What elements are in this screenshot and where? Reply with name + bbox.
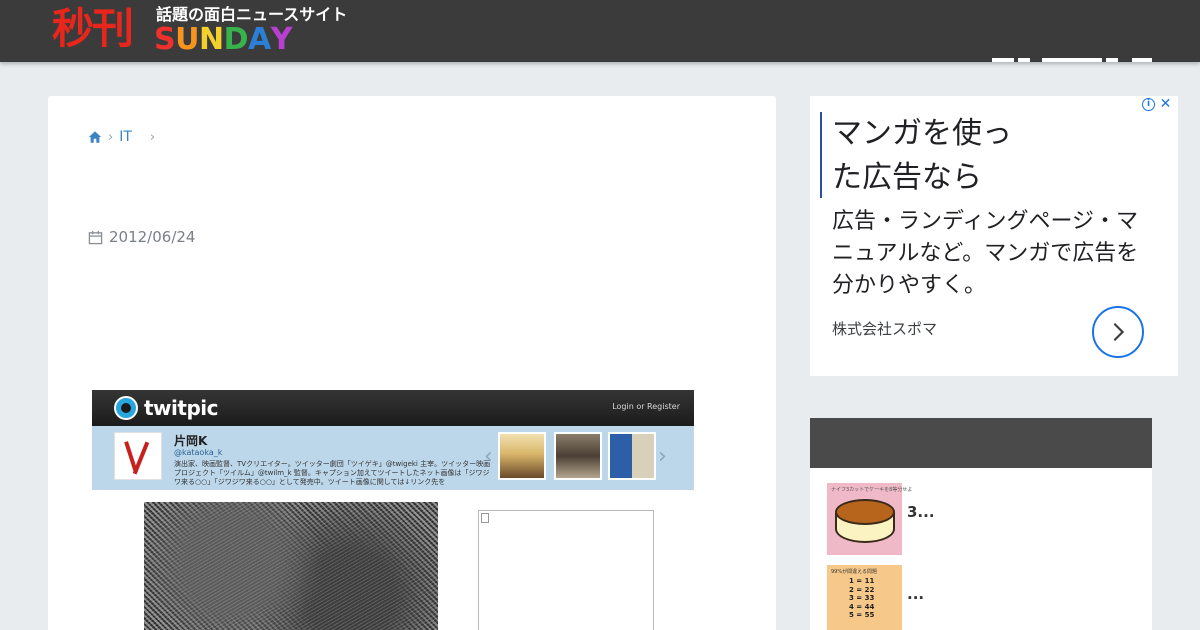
ad-choices[interactable]: i ✕ xyxy=(1142,97,1172,111)
profile-thumbnail xyxy=(608,432,656,480)
post-date-text: 2012/06/24 xyxy=(109,228,196,246)
profile-thumbnail xyxy=(498,432,546,480)
home-icon[interactable] xyxy=(88,130,102,144)
ad-headline[interactable]: マンガを使った広告なら xyxy=(820,112,1030,198)
chevron-right-icon: › xyxy=(658,444,667,469)
profile-name: 片岡K xyxy=(174,434,208,448)
nav-tab[interactable] xyxy=(1106,58,1118,62)
logo-letter: N xyxy=(198,22,224,57)
nav-tab[interactable] xyxy=(992,58,1014,62)
chevron-right-icon: › xyxy=(149,129,156,145)
widget-header xyxy=(810,418,1152,468)
ad-open-button[interactable] xyxy=(1092,306,1144,358)
profile-thumbnail xyxy=(554,432,602,480)
twitpic-screenshot: twitpic Login or Register 片岡K @kataoka_k… xyxy=(92,390,694,630)
breadcrumb: › IT › xyxy=(88,128,161,146)
equation-line: 5 = 55 xyxy=(849,611,875,619)
profile-avatar xyxy=(114,432,162,480)
nav-tab[interactable] xyxy=(1042,58,1102,62)
profile-handle: @kataoka_k xyxy=(174,448,223,457)
article-title[interactable]: 3... xyxy=(907,503,935,521)
site-logo[interactable]: 秒刊 話題の面白ニュースサイト SUNDAY xyxy=(52,4,347,58)
advertisement[interactable]: i ✕ マンガを使った広告なら 広告・ランディングページ・マニュアルなど。マンガ… xyxy=(810,96,1178,376)
post-date: 2012/06/24 xyxy=(88,228,195,246)
breadcrumb-category[interactable]: IT xyxy=(119,129,132,145)
twitpic-photo xyxy=(144,502,438,630)
logo-letter: Y xyxy=(270,22,293,57)
chevron-right-icon xyxy=(1113,322,1125,342)
twitpic-topbar: twitpic Login or Register xyxy=(92,390,694,426)
ad-company: 株式会社スポマ xyxy=(832,320,938,338)
logo-letter: D xyxy=(223,22,249,57)
nav-tab[interactable] xyxy=(1018,58,1030,62)
twitpic-login: Login or Register xyxy=(612,402,680,411)
article-thumbnail[interactable]: 99%が間違える問題 1 = 11 2 = 22 3 = 33 4 = 44 5… xyxy=(827,565,902,630)
info-icon[interactable]: i xyxy=(1142,98,1155,111)
thumbnail-caption: 99%が間違える問題 xyxy=(831,569,877,575)
twitpic-logo-text: twitpic xyxy=(144,396,218,420)
ranking-widget: ナイフ3カットでケーキを8等分せよ 3... 99%が間違える問題 1 = 11… xyxy=(810,418,1152,630)
logo-sunday: SUNDAY xyxy=(154,24,292,56)
calendar-icon xyxy=(88,230,103,244)
cake-top xyxy=(835,499,895,525)
broken-image-icon xyxy=(481,513,489,523)
profile-description: 演出家、映画監督、TVクリエイター。ツイッター劇団「ツイゲキ」@twigeki … xyxy=(174,460,491,486)
article-card: › IT › 2012/06/24 twitpic Login or Regis… xyxy=(48,96,776,630)
logo-letter: A xyxy=(248,22,271,57)
ad-body: 広告・ランディングページ・マニュアルなど。マンガで広告を分かりやすく。 xyxy=(832,209,1139,298)
logo-letter: S xyxy=(154,22,176,57)
logo-letter: U xyxy=(175,22,199,57)
nav-tab[interactable] xyxy=(1132,58,1152,62)
article-thumbnail[interactable]: ナイフ3カットでケーキを8等分せよ xyxy=(827,483,912,555)
chevron-left-icon: ‹ xyxy=(484,444,493,469)
equation-line: 3 = 33 xyxy=(849,594,875,602)
article-title[interactable]: ... xyxy=(907,585,924,603)
thumbnail-caption: ナイフ3カットでケーキを8等分せよ xyxy=(831,487,913,493)
logo-kanji: 秒刊 xyxy=(52,4,134,53)
twitpic-logo-icon xyxy=(114,396,138,420)
equation-line: 1 = 11 xyxy=(849,577,875,585)
equation-line: 2 = 22 xyxy=(849,585,875,594)
twitpic-sidebox xyxy=(478,510,654,630)
header-nav xyxy=(992,58,1152,62)
thumbnail-equations: 1 = 11 2 = 22 3 = 33 4 = 44 5 = 55 xyxy=(849,577,874,620)
list-item[interactable]: 99%が間違える問題 1 = 11 2 = 22 3 = 33 4 = 44 5… xyxy=(827,565,1147,630)
list-item[interactable]: ナイフ3カットでケーキを8等分せよ 3... xyxy=(827,483,1147,555)
twitpic-profile: 片岡K @kataoka_k 演出家、映画監督、TVクリエイター。ツイッター劇団… xyxy=(92,426,694,490)
equation-line: 4 = 44 xyxy=(849,602,875,611)
site-header: 秒刊 話題の面白ニュースサイト SUNDAY xyxy=(0,0,1200,62)
chevron-right-icon: › xyxy=(108,129,114,145)
close-icon[interactable]: ✕ xyxy=(1159,97,1172,111)
